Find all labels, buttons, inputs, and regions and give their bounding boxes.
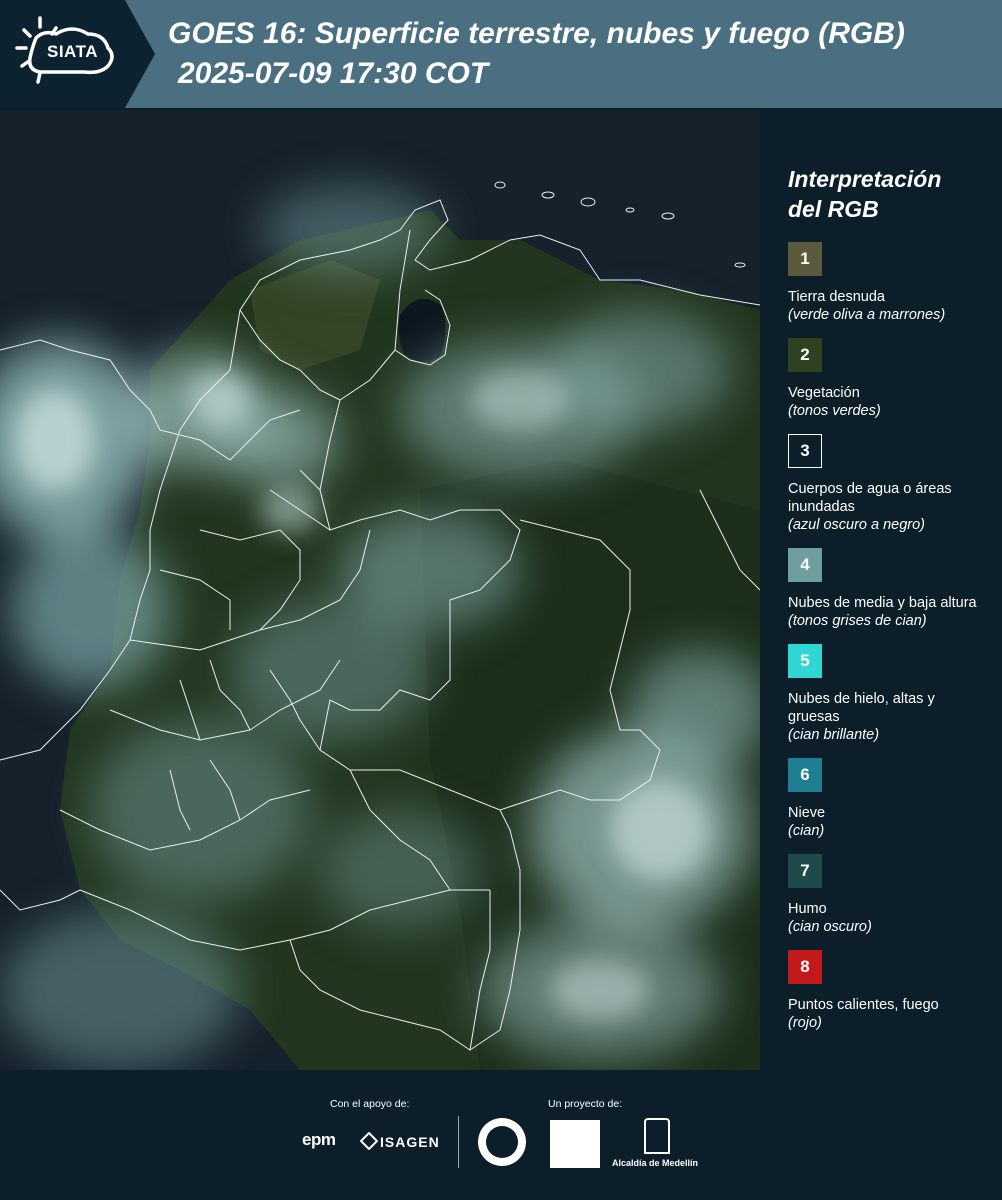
legend-swatch: 5 xyxy=(788,644,822,678)
footer-bar: Con el apoyo de: Un proyecto de: epm ISA… xyxy=(0,1070,1002,1200)
satellite-map xyxy=(0,110,760,1070)
legend-item: 6 Nieve (cian) xyxy=(788,758,1002,840)
legend-items: 1 Tierra desnuda (verde oliva a marrones… xyxy=(788,242,1002,1032)
legend-title-line-1: Interpretación xyxy=(788,166,942,192)
legend-item: 4 Nubes de media y baja altura (tonos gr… xyxy=(788,548,1002,630)
legend-swatch: 7 xyxy=(788,854,822,888)
legend-item-label: Nieve xyxy=(788,805,826,821)
medellin-crest-icon xyxy=(644,1118,670,1154)
legend-item-description: (tonos grises de cian) xyxy=(788,613,927,629)
legend-item-label: Vegetación xyxy=(788,385,860,401)
support-label: Con el apoyo de: xyxy=(330,1098,410,1110)
legend-swatch: 1 xyxy=(788,242,822,276)
legend-item: 8 Puntos calientes, fuego (rojo) xyxy=(788,950,1002,1032)
legend-item-description: (tonos verdes) xyxy=(788,403,881,419)
siata-logo: SIATA xyxy=(0,0,155,108)
legend-item: 2 Vegetación (tonos verdes) xyxy=(788,338,1002,420)
map-canvas xyxy=(0,110,760,1070)
isagen-icon xyxy=(360,1132,378,1150)
legend-item-label: Humo xyxy=(788,901,827,917)
lake-maracaibo xyxy=(398,298,446,362)
legend-swatch: 3 xyxy=(788,434,822,468)
area-metropolitana-logo xyxy=(550,1120,600,1168)
legend-item-label: Tierra desnuda xyxy=(788,289,885,305)
isagen-logo: ISAGEN xyxy=(380,1134,440,1150)
legend-swatch: 2 xyxy=(788,338,822,372)
legend-item: 7 Humo (cian oscuro) xyxy=(788,854,1002,936)
medellin-logo-text: Alcaldía de Medellín xyxy=(612,1158,699,1168)
legend-title-line-2: del RGB xyxy=(788,196,879,222)
legend-item: 1 Tierra desnuda (verde oliva a marrones… xyxy=(788,242,1002,324)
footer-divider xyxy=(458,1116,459,1168)
legend-swatch: 4 xyxy=(788,548,822,582)
legend-item-description: (cian brillante) xyxy=(788,727,880,743)
legend-item: 5 Nubes de hielo, altas y gruesas (cian … xyxy=(788,644,1002,744)
legend-item-label: Nubes de media y baja altura xyxy=(788,595,977,611)
legend-item-label: Cuerpos de agua o áreas inundadas xyxy=(788,481,952,515)
title-line-2: 2025-07-09 17:30 COT xyxy=(178,57,489,90)
legend-title: Interpretación del RGB xyxy=(788,164,988,224)
title-line-1: GOES 16: Superficie terrestre, nubes y f… xyxy=(168,17,905,50)
legend-swatch: 6 xyxy=(788,758,822,792)
seal-inner xyxy=(486,1126,518,1158)
legend-swatch: 8 xyxy=(788,950,822,984)
legend-item-description: (rojo) xyxy=(788,1015,822,1031)
legend-item: 3 Cuerpos de agua o áreas inundadas (azu… xyxy=(788,434,1002,534)
logo-text: SIATA xyxy=(47,42,98,61)
rgb-legend: Interpretación del RGB 1 Tierra desnuda … xyxy=(760,110,1002,1070)
project-label: Un proyecto de: xyxy=(548,1098,623,1110)
legend-item-label: Puntos calientes, fuego xyxy=(788,997,939,1013)
legend-item-description: (azul oscuro a negro) xyxy=(788,517,926,533)
legend-item-description: (cian) xyxy=(788,823,825,839)
legend-item-description: (cian oscuro) xyxy=(788,919,872,935)
legend-item-description: (verde oliva a marrones) xyxy=(788,307,946,323)
page-title: GOES 16: Superficie terrestre, nubes y f… xyxy=(168,14,998,94)
header-bar: SIATA GOES 16: Superficie terrestre, nub… xyxy=(0,0,1002,108)
epm-logo: epm xyxy=(302,1130,336,1149)
legend-item-label: Nubes de hielo, altas y gruesas xyxy=(788,691,935,725)
